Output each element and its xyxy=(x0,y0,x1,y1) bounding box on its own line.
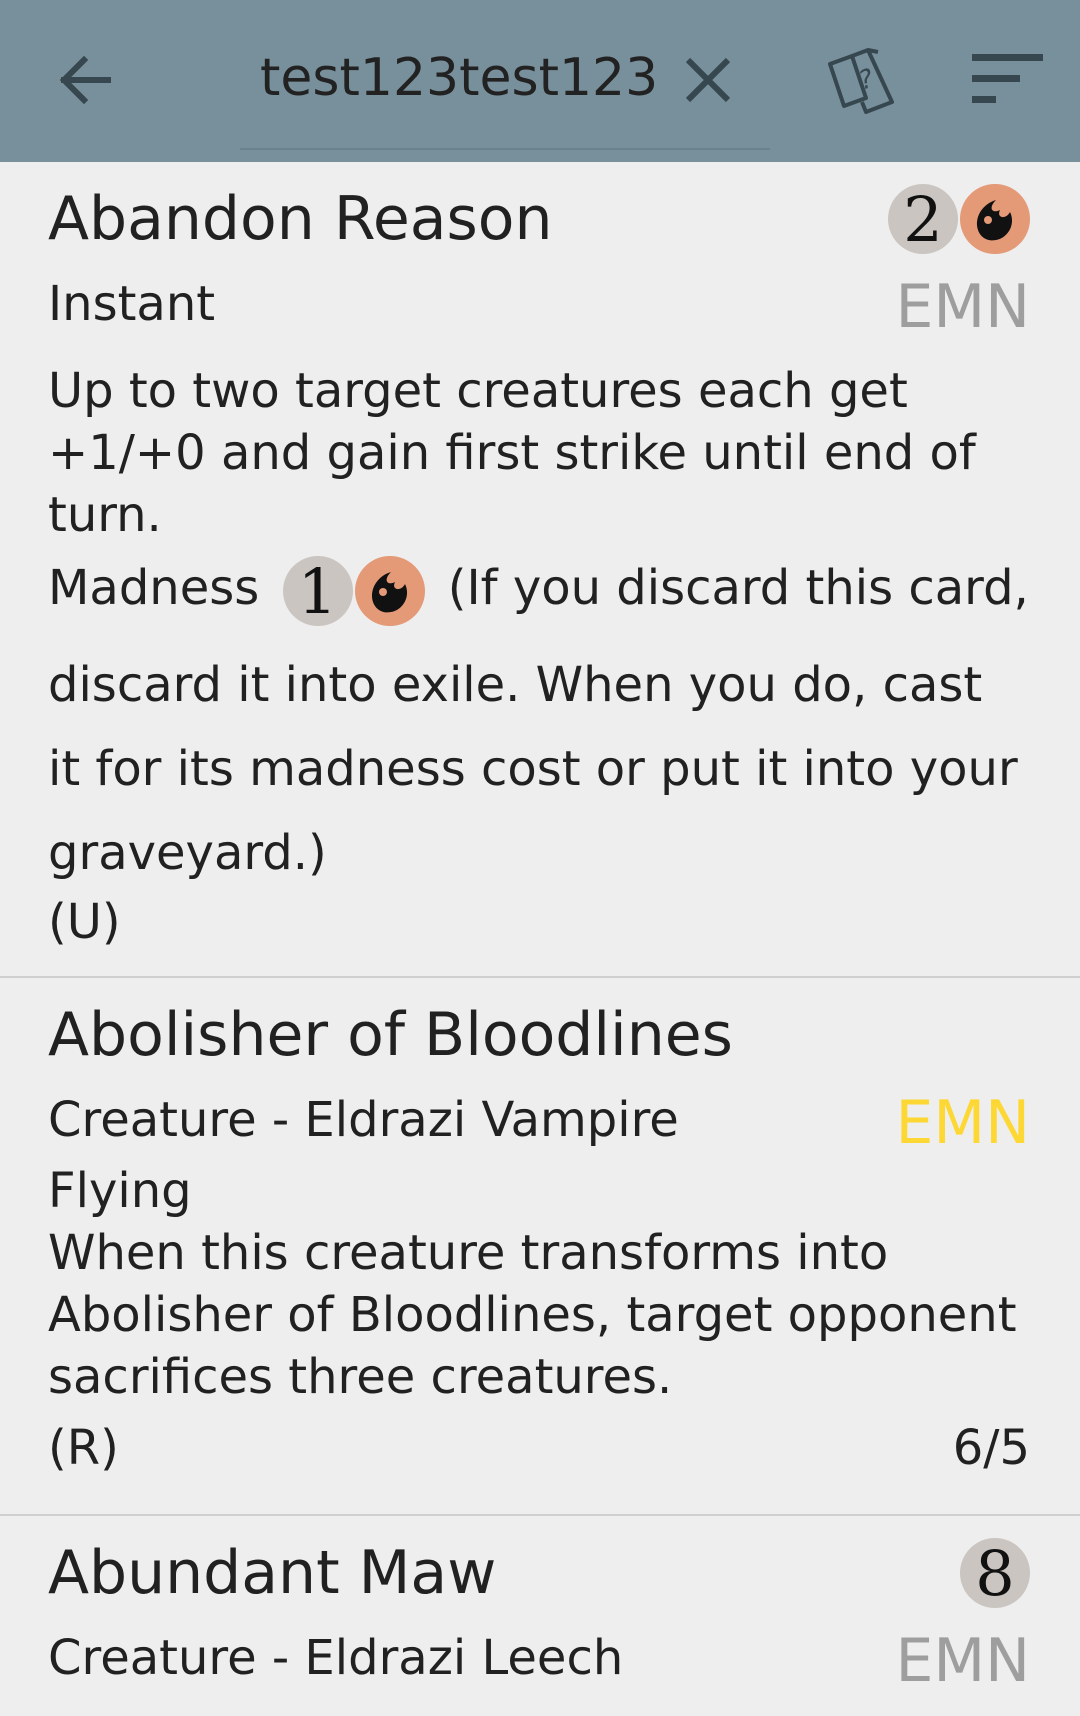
rules-text-line: Flying xyxy=(48,1163,192,1219)
card-list-item[interactable]: Abundant Maw 8 Creature - Eldrazi Leech … xyxy=(0,1516,1080,1716)
red-mana-icon xyxy=(354,556,425,626)
rules-text-line: it for its madness cost or put it into y… xyxy=(48,741,1018,797)
madness-line: Madness 1 (If you discard this card, xyxy=(48,556,1029,628)
rules-text-line: graveyard.) xyxy=(48,825,327,881)
mana-cost: 8 xyxy=(960,1538,1030,1610)
card-search-button[interactable]: ? xyxy=(822,42,902,122)
card-list-item[interactable]: Abolisher of Bloodlines Creature - Eldra… xyxy=(0,978,1080,1516)
rules-text-line: sacrifices three creatures. xyxy=(48,1349,673,1405)
card-name: Abolisher of Bloodlines xyxy=(48,1000,733,1070)
set-code: EMN xyxy=(895,1626,1030,1696)
sort-icon xyxy=(972,54,1043,103)
generic-mana-symbol: 2 xyxy=(888,184,958,256)
close-icon xyxy=(685,57,731,103)
red-mana-icon xyxy=(960,184,1030,254)
card-list-item[interactable]: Abandon Reason 2 Instant EMN Up to two t… xyxy=(0,162,1080,978)
madness-label: Madness xyxy=(48,560,260,616)
generic-mana-symbol: 1 xyxy=(282,556,353,628)
card-list: Abandon Reason 2 Instant EMN Up to two t… xyxy=(0,162,1080,1716)
card-name: Abundant Maw xyxy=(48,1538,497,1608)
card-name: Abandon Reason xyxy=(48,184,553,254)
rarity-label: (R) xyxy=(48,1420,119,1476)
cards-question-icon: ? xyxy=(828,48,894,114)
rules-text-line: When this creature transforms into xyxy=(48,1225,889,1281)
app-toolbar: test123test123 ? xyxy=(0,0,1080,162)
set-code: EMN xyxy=(895,272,1030,342)
card-type: Instant xyxy=(48,276,216,332)
card-type: Creature - Eldrazi Leech xyxy=(48,1630,624,1686)
generic-mana-symbol: 8 xyxy=(960,1538,1030,1610)
power-toughness: 6/5 xyxy=(952,1420,1030,1476)
search-input[interactable]: test123test123 xyxy=(260,48,658,108)
rules-text-line: discard it into exile. When you do, cast xyxy=(48,657,983,713)
card-type: Creature - Eldrazi Vampire xyxy=(48,1092,679,1148)
rarity-label: (U) xyxy=(48,894,121,950)
clear-search-button[interactable] xyxy=(678,50,738,110)
sort-button[interactable] xyxy=(970,52,1045,107)
set-code: EMN xyxy=(895,1088,1030,1158)
rules-text-line: +1/+0 and gain first strike until end of xyxy=(48,425,976,481)
rules-text-line: Up to two target creatures each get xyxy=(48,363,908,419)
arrow-left-icon xyxy=(59,55,111,105)
rules-text-line: Abolisher of Bloodlines, target opponent xyxy=(48,1287,1017,1343)
rules-text-line: turn. xyxy=(48,487,162,543)
back-button[interactable] xyxy=(50,45,120,115)
mana-cost: 2 xyxy=(888,184,1030,256)
madness-text: (If you discard this card, xyxy=(447,560,1029,616)
